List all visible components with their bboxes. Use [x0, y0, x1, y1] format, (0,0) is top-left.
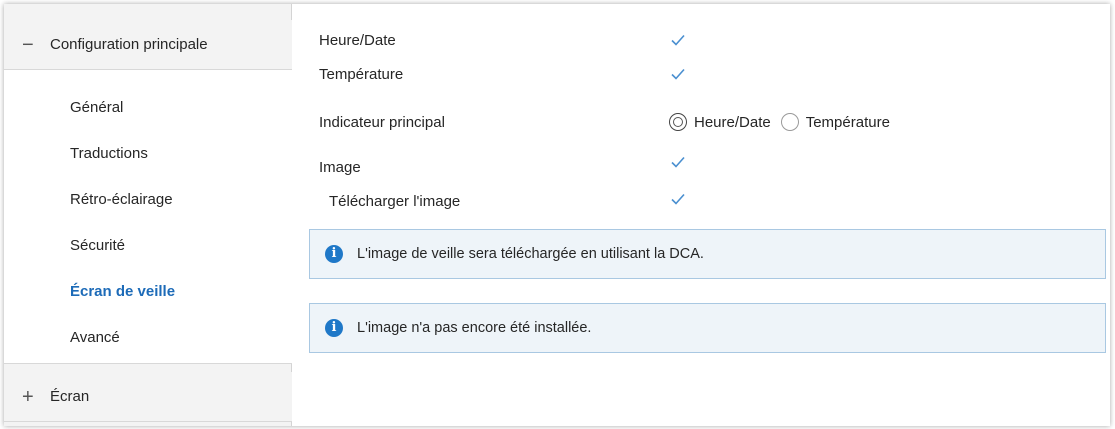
sidebar-item-ecran-de-veille[interactable]: Écran de veille [4, 268, 292, 314]
info-text: L'image de veille sera téléchargée en ut… [357, 246, 704, 262]
telecharger-checkbox[interactable] [669, 190, 687, 208]
radio-heure-date[interactable] [669, 113, 687, 131]
heure-date-checkbox[interactable] [669, 31, 687, 49]
info-icon: i [325, 319, 343, 337]
indicateur-radio-group: Heure/Date Température [669, 110, 900, 134]
setting-label: Température [319, 65, 404, 83]
setting-label: Indicateur principal [319, 113, 445, 131]
setting-row-image: Image [319, 155, 361, 179]
radio-label-heure-date[interactable]: Heure/Date [694, 114, 771, 131]
checkmark-icon [671, 34, 685, 46]
sidebar-group-label: Écran [50, 388, 90, 405]
radio-label-temperature[interactable]: Température [806, 114, 890, 131]
setting-label: Image [319, 158, 361, 176]
temperature-checkbox[interactable] [669, 65, 687, 83]
sidebar-subitems: Général Traductions Rétro-éclairage Sécu… [4, 70, 292, 364]
settings-panel: Heure/Date Température Indicateur princi… [293, 4, 1110, 426]
setting-label: Télécharger l'image [329, 192, 461, 210]
sidebar-group-ecran[interactable]: + Écran [4, 372, 292, 422]
setting-row-telecharger: Télécharger l'image [329, 189, 460, 213]
setting-row-heure-date: Heure/Date [319, 28, 396, 52]
sidebar-item-general[interactable]: Général [4, 84, 292, 130]
setting-label: Heure/Date [319, 31, 396, 49]
sidebar-item-securite[interactable]: Sécurité [4, 222, 292, 268]
sidebar-group-configuration-principale[interactable]: − Configuration principale [4, 20, 292, 70]
sidebar-group-label: Configuration principale [50, 36, 208, 53]
info-text: L'image n'a pas encore été installée. [357, 320, 592, 336]
expand-icon[interactable]: + [22, 387, 50, 407]
sidebar-item-retro-eclairage[interactable]: Rétro-éclairage [4, 176, 292, 222]
info-icon: i [325, 245, 343, 263]
collapse-icon[interactable]: − [22, 35, 50, 55]
app-window: − Configuration principale Général Tradu… [4, 4, 1110, 426]
radio-temperature[interactable] [780, 113, 799, 131]
checkmark-icon [671, 193, 685, 205]
checkmark-icon [671, 68, 685, 80]
setting-row-temperature: Température [319, 62, 403, 86]
sidebar-item-avance[interactable]: Avancé [4, 314, 292, 360]
setting-row-indicateur: Indicateur principal [319, 110, 445, 134]
sidebar-item-traductions[interactable]: Traductions [4, 130, 292, 176]
sidebar: − Configuration principale Général Tradu… [4, 4, 292, 426]
info-message-dca: i L'image de veille sera téléchargée en … [309, 229, 1106, 279]
image-checkbox[interactable] [669, 153, 687, 171]
checkmark-icon [671, 156, 685, 168]
info-message-not-installed: i L'image n'a pas encore été installée. [309, 303, 1106, 353]
